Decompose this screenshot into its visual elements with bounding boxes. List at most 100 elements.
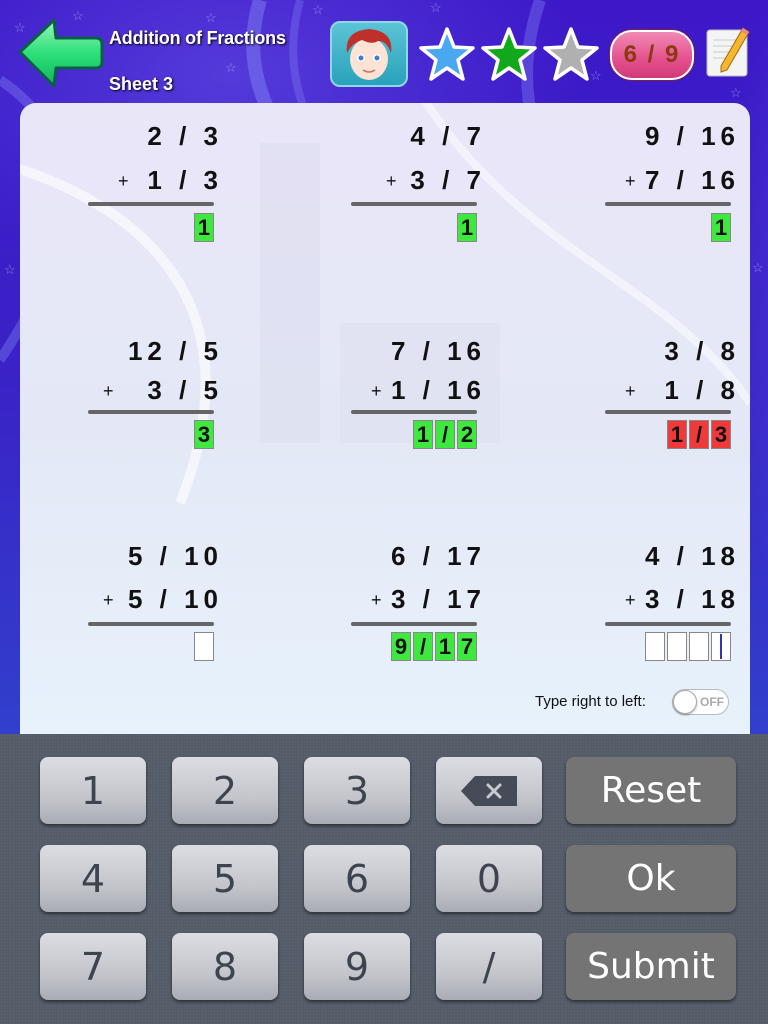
star-decoration: ☆ (312, 2, 324, 17)
toggle-state: OFF (700, 695, 724, 709)
sum-line (351, 410, 477, 414)
back-button[interactable] (16, 16, 104, 88)
plus-sign: + (625, 381, 636, 401)
sum-line (88, 410, 214, 414)
answer-cell[interactable]: / (689, 420, 709, 449)
sum-line (351, 622, 477, 626)
answer-cell[interactable]: 2 (457, 420, 477, 449)
key-6[interactable]: 6 (304, 845, 410, 912)
answer-cell[interactable]: 1 (667, 420, 687, 449)
panel-decoration (20, 103, 750, 505)
answer-cell[interactable]: 1 (194, 213, 214, 242)
worksheet-title: Addition of Fractions (109, 28, 286, 48)
answer-boxes: 1/3 (667, 420, 731, 449)
answer-boxes: 1 (194, 213, 214, 242)
key-3[interactable]: 3 (304, 757, 410, 824)
answer-cell[interactable] (194, 632, 214, 661)
sheet-number: Sheet 3 (109, 74, 174, 94)
sum-line (605, 202, 731, 206)
key-slash[interactable]: / (436, 933, 542, 1000)
backspace-icon (461, 775, 517, 806)
bottom-fraction: 3 / 17 (390, 584, 486, 614)
plus-sign: + (386, 171, 397, 191)
answer-boxes: 1 (457, 213, 477, 242)
top-fraction: 12 / 5 (127, 336, 223, 366)
plus-sign: + (625, 590, 636, 610)
plus-sign: + (371, 381, 382, 401)
star-rating (418, 26, 600, 84)
plus-sign: + (625, 171, 636, 191)
top-fraction: 9 / 16 (644, 121, 740, 151)
answer-cell[interactable]: 3 (711, 420, 731, 449)
answer-boxes: 3 (194, 420, 214, 449)
top-fraction: 6 / 17 (390, 541, 486, 571)
rtl-label: Type right to left: (535, 693, 646, 710)
top-fraction: 4 / 18 (644, 541, 740, 571)
answer-cell[interactable]: 7 (457, 632, 477, 661)
answer-cell[interactable] (667, 632, 687, 661)
key-1[interactable]: 1 (40, 757, 146, 824)
plus-sign: + (118, 171, 129, 191)
key-0[interactable]: 0 (436, 845, 542, 912)
answer-cell[interactable] (689, 632, 709, 661)
answer-cell[interactable]: 3 (194, 420, 214, 449)
bottom-fraction: 3 / 18 (644, 584, 740, 614)
avatar-button[interactable] (330, 21, 408, 87)
keypad: 1 2 3 Reset 4 5 6 0 Ok 7 8 9 / Submit (0, 734, 768, 1024)
star-decoration: ☆ (205, 10, 217, 25)
star-icon (419, 27, 475, 81)
ok-button[interactable]: Ok (566, 845, 736, 912)
answer-cell[interactable] (645, 632, 665, 661)
back-arrow-icon (18, 18, 104, 88)
star-icon (543, 27, 599, 81)
answer-cell[interactable] (711, 632, 731, 661)
backspace-button[interactable] (436, 757, 542, 824)
bottom-fraction: 7 / 16 (644, 165, 740, 195)
answer-cell[interactable]: / (435, 420, 455, 449)
bottom-fraction: 1 / 3 (147, 165, 223, 195)
plus-sign: + (103, 590, 114, 610)
reset-button[interactable]: Reset (566, 757, 736, 824)
plus-sign: + (371, 590, 382, 610)
rtl-toggle[interactable]: OFF (672, 689, 729, 715)
submit-button[interactable]: Submit (566, 933, 736, 1000)
answer-boxes (194, 632, 214, 661)
key-9[interactable]: 9 (304, 933, 410, 1000)
answer-cell[interactable]: 1 (435, 632, 455, 661)
notes-button[interactable] (705, 26, 751, 80)
bottom-fraction: 3 / 7 (410, 165, 486, 195)
answer-cell[interactable]: / (413, 632, 433, 661)
answer-cell[interactable]: 9 (391, 632, 411, 661)
answer-cell[interactable]: 1 (711, 213, 731, 242)
star-decoration: ☆ (430, 0, 442, 15)
key-5[interactable]: 5 (172, 845, 278, 912)
top-fraction: 3 / 8 (664, 336, 740, 366)
key-8[interactable]: 8 (172, 933, 278, 1000)
top-fraction: 2 / 3 (147, 121, 223, 151)
star-decoration: ☆ (730, 85, 742, 100)
boy-avatar-icon (346, 29, 392, 80)
bottom-fraction: 1 / 8 (664, 375, 740, 405)
sum-line (605, 410, 731, 414)
plus-sign: + (103, 381, 114, 401)
star-decoration: ☆ (4, 262, 16, 277)
answer-boxes (645, 632, 731, 661)
top-fraction: 7 / 16 (390, 336, 486, 366)
bottom-fraction: 3 / 5 (147, 375, 223, 405)
star-decoration: ☆ (225, 60, 237, 75)
answer-boxes: 9/1 7 (391, 632, 477, 661)
key-7[interactable]: 7 (40, 933, 146, 1000)
notepad-pencil-icon (706, 27, 750, 77)
answer-cell[interactable]: 1 (457, 213, 477, 242)
key-2[interactable]: 2 (172, 757, 278, 824)
sum-line (88, 622, 214, 626)
sum-line (351, 202, 477, 206)
score-badge: 6 / 9 (610, 30, 694, 80)
star-icon (481, 27, 537, 81)
key-4[interactable]: 4 (40, 845, 146, 912)
top-fraction: 4 / 7 (410, 121, 486, 151)
bottom-fraction: 5 / 10 (127, 584, 223, 614)
answer-boxes: 1/2 (413, 420, 477, 449)
star-decoration: ☆ (752, 260, 764, 275)
answer-cell[interactable]: 1 (413, 420, 433, 449)
